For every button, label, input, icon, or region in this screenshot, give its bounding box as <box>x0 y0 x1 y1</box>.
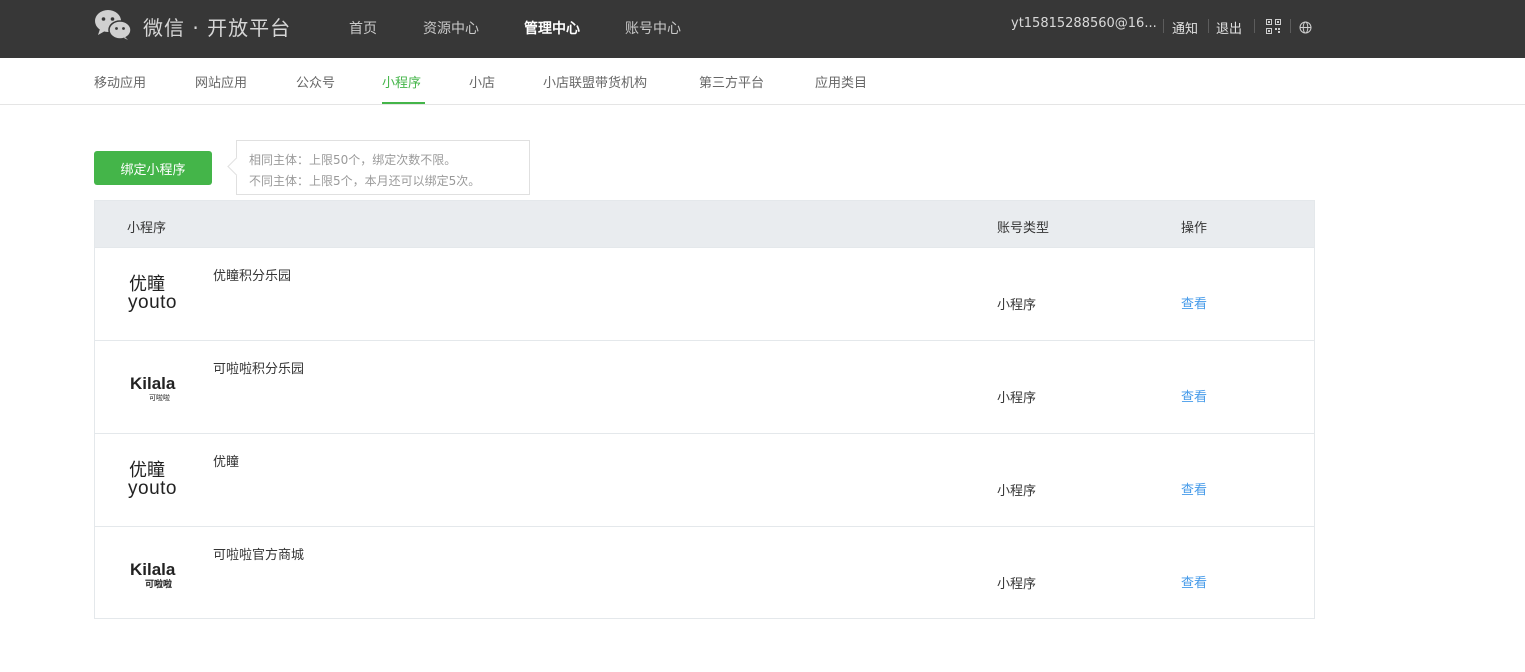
svg-text:Kilala: Kilala <box>130 560 176 579</box>
table-row: 优瞳 youto 优瞳积分乐园 小程序 查看 <box>95 247 1314 340</box>
svg-text:优瞳: 优瞳 <box>129 274 165 294</box>
svg-text:Kilala: Kilala <box>130 374 176 393</box>
mini-program-table: 小程序 账号类型 操作 优瞳 youto 优瞳积分乐园 小程序 查看 Kilal… <box>94 200 1315 619</box>
account-type: 小程序 <box>997 391 1037 406</box>
tab-mobile-app[interactable]: 移动应用 <box>94 72 146 91</box>
svg-text:youto: youto <box>128 292 177 313</box>
mini-program-name: 优瞳 <box>213 455 240 470</box>
svg-text:可啦啦: 可啦啦 <box>149 393 170 402</box>
mini-program-name: 可啦啦积分乐园 <box>213 362 305 377</box>
account-type: 小程序 <box>997 577 1037 592</box>
youto-logo: 优瞳 youto <box>128 274 177 313</box>
tab-official-account[interactable]: 公众号 <box>296 72 335 91</box>
mini-program-name: 优瞳积分乐园 <box>213 269 292 284</box>
kilala-logo: Kilala 可啦啦 <box>130 560 176 589</box>
separator <box>1208 19 1209 33</box>
tab-app-category[interactable]: 应用类目 <box>815 72 867 91</box>
svg-text:优瞳: 优瞳 <box>129 460 165 480</box>
account-type: 小程序 <box>997 484 1037 499</box>
separator <box>1290 19 1291 33</box>
globe-icon[interactable] <box>1299 21 1312 34</box>
sub-nav: 移动应用 网站应用 公众号 小程序 小店 小店联盟带货机构 第三方平台 应用类目 <box>0 58 1525 105</box>
notify-link[interactable]: 通知 <box>1172 18 1198 37</box>
table-header: 小程序 账号类型 操作 <box>95 201 1314 247</box>
nav-management[interactable]: 管理中心 <box>524 18 580 38</box>
view-link[interactable]: 查看 <box>1181 572 1207 591</box>
table-row: Kilala 可啦啦 可啦啦官方商城 小程序 查看 <box>95 526 1314 619</box>
svg-text:可啦啦: 可啦啦 <box>145 578 172 589</box>
brand-title: 微信 · 开放平台 <box>143 16 292 40</box>
youto-logo: 优瞳 youto <box>128 460 177 499</box>
user-email[interactable]: yt15815288560@16... <box>1011 16 1161 31</box>
active-tab-indicator <box>382 102 425 104</box>
column-header-account-type: 账号类型 <box>997 221 1050 236</box>
nav-home[interactable]: 首页 <box>349 18 377 38</box>
tab-mini-program[interactable]: 小程序 <box>382 72 421 91</box>
svg-text:youto: youto <box>128 478 177 499</box>
kilala-logo: Kilala 可啦啦 <box>130 374 176 402</box>
column-header-action: 操作 <box>1181 221 1208 236</box>
table-row: Kilala 可啦啦 可啦啦积分乐园 小程序 查看 <box>95 340 1314 433</box>
nav-resources[interactable]: 资源中心 <box>423 18 479 38</box>
account-type: 小程序 <box>997 298 1037 313</box>
table-row: 优瞳 youto 优瞳 小程序 查看 <box>95 433 1314 526</box>
tab-shop-alliance[interactable]: 小店联盟带货机构 <box>543 72 647 91</box>
view-link[interactable]: 查看 <box>1181 386 1207 405</box>
mini-program-name: 可啦啦官方商城 <box>213 548 305 563</box>
wechat-logo-icon[interactable] <box>94 9 132 41</box>
qrcode-icon[interactable] <box>1266 19 1281 34</box>
top-bar: 微信 · 开放平台 首页 资源中心 管理中心 账号中心 yt1581528856… <box>0 0 1525 58</box>
tab-website-app[interactable]: 网站应用 <box>195 72 247 91</box>
tab-shop[interactable]: 小店 <box>469 72 495 91</box>
tab-third-party[interactable]: 第三方平台 <box>699 72 764 91</box>
tip-same-entity: 相同主体：上限50个，绑定次数不限。 <box>249 153 457 167</box>
separator <box>1163 19 1164 33</box>
view-link[interactable]: 查看 <box>1181 479 1207 498</box>
bind-limit-tooltip: 相同主体：上限50个，绑定次数不限。 不同主体：上限5个，本月还可以绑定5次。 <box>236 140 530 195</box>
bind-mini-program-button[interactable]: 绑定小程序 <box>94 151 212 185</box>
column-header-mini-program: 小程序 <box>127 221 167 236</box>
view-link[interactable]: 查看 <box>1181 293 1207 312</box>
nav-account[interactable]: 账号中心 <box>625 18 681 38</box>
separator <box>1254 19 1255 33</box>
logout-link[interactable]: 退出 <box>1216 18 1242 37</box>
tip-different-entity: 不同主体：上限5个，本月还可以绑定5次。 <box>249 174 481 188</box>
